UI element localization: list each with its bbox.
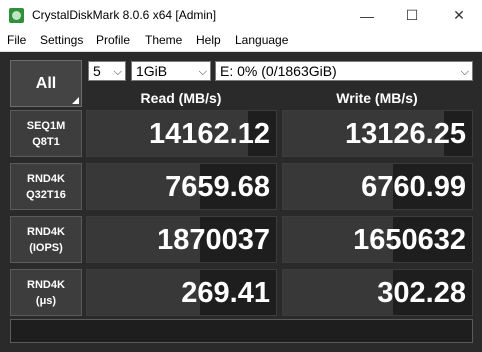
drive-select[interactable]: E: 0% (0/1863GiB) ⌵ — [215, 61, 473, 81]
write-value: 302.28 — [377, 277, 466, 309]
close-button[interactable]: ✕ — [436, 0, 482, 31]
menu-theme[interactable]: Theme — [145, 33, 182, 47]
test-label-line1: RND4K — [27, 278, 65, 291]
read-result-rnd4k-latency: 269.41 — [86, 269, 277, 316]
test-label-line1: SEQ1M — [26, 119, 66, 132]
size-select[interactable]: 1GiB ⌵ — [131, 61, 211, 81]
write-result-rnd4k-latency: 302.28 — [282, 269, 473, 316]
test-label-line1: RND4K — [27, 172, 65, 185]
write-result-seq1m: 13126.25 — [282, 110, 473, 157]
count-select[interactable]: 5 ⌵ — [88, 61, 126, 81]
write-value: 1650632 — [353, 224, 466, 256]
read-header: Read (MB/s) — [140, 90, 222, 106]
chevron-down-icon: ⌵ — [198, 66, 207, 78]
write-bar-fill — [283, 270, 393, 315]
write-result-rnd4k-iops: 1650632 — [282, 216, 473, 263]
chevron-down-icon: ⌵ — [113, 66, 122, 78]
menu-file[interactable]: File — [7, 33, 26, 47]
count-value: 5 — [93, 63, 101, 79]
read-value: 7659.68 — [165, 171, 270, 203]
read-value: 14162.12 — [149, 118, 270, 150]
test-label-line1: RND4K — [27, 225, 65, 238]
write-header: Write (MB/s) — [336, 90, 418, 106]
write-value: 13126.25 — [345, 118, 466, 150]
test-button-rnd4k-latency[interactable]: RND4K (μs) — [10, 269, 82, 316]
test-button-seq1m-q8t1[interactable]: SEQ1M Q8T1 — [10, 110, 82, 157]
minimize-button[interactable]: — — [344, 0, 390, 31]
size-value: 1GiB — [136, 63, 168, 79]
menu-help[interactable]: Help — [196, 33, 221, 47]
maximize-button[interactable]: ☐ — [389, 0, 435, 31]
write-result-rnd4k-q32t16: 6760.99 — [282, 163, 473, 210]
menu-bar: File Settings Profile Theme Help Languag… — [0, 31, 482, 52]
corner-triangle-icon — [72, 97, 79, 104]
status-bar — [10, 319, 473, 343]
window-title: CrystalDiskMark 8.0.6 x64 [Admin] — [32, 8, 217, 22]
read-value: 269.41 — [181, 277, 270, 309]
test-button-rnd4k-q32t16[interactable]: RND4K Q32T16 — [10, 163, 82, 210]
menu-settings[interactable]: Settings — [40, 33, 83, 47]
all-button[interactable]: All — [10, 60, 82, 107]
test-label-line2: Q8T1 — [32, 135, 60, 148]
test-label-line2: Q32T16 — [26, 188, 66, 201]
app-icon — [9, 8, 24, 23]
all-button-label: All — [35, 74, 57, 92]
read-value: 1870037 — [157, 224, 270, 256]
read-result-seq1m: 14162.12 — [86, 110, 277, 157]
read-result-rnd4k-iops: 1870037 — [86, 216, 277, 263]
test-label-line2: (μs) — [35, 294, 57, 307]
menu-language[interactable]: Language — [235, 33, 288, 47]
menu-profile[interactable]: Profile — [96, 33, 130, 47]
test-button-rnd4k-iops[interactable]: RND4K (IOPS) — [10, 216, 82, 263]
chevron-down-icon: ⌵ — [460, 66, 469, 78]
test-label-line2: (IOPS) — [29, 241, 63, 254]
title-bar[interactable]: CrystalDiskMark 8.0.6 x64 [Admin] — ☐ ✕ — [0, 0, 482, 31]
read-result-rnd4k-q32t16: 7659.68 — [86, 163, 277, 210]
drive-value: E: 0% (0/1863GiB) — [220, 63, 337, 79]
write-value: 6760.99 — [361, 171, 466, 203]
